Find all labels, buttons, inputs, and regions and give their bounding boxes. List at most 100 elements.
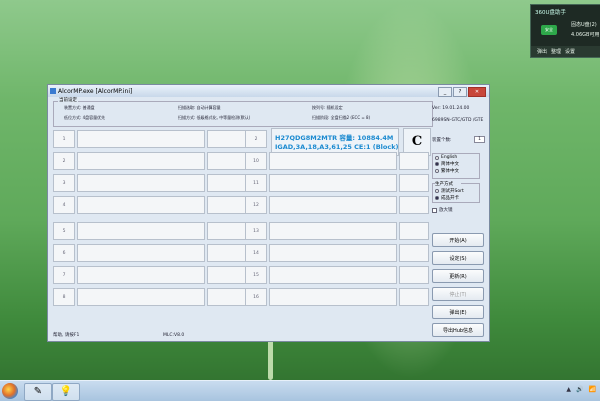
drive-name: 固态U盘(2): [571, 22, 597, 28]
radio-icon: [435, 155, 439, 160]
slot-number: 2: [53, 152, 75, 170]
popup-organize-button[interactable]: 整理: [551, 48, 561, 55]
slot-cell: [77, 288, 205, 306]
flash-id-text: IGAD,3A,18,A3,61,25 CE:1 (Block): [275, 143, 399, 151]
taskbar-app-bulb[interactable]: 💡: [52, 383, 80, 401]
slot-status: [399, 244, 429, 262]
slot-row[interactable]: 14: [245, 244, 429, 262]
slot-number: 6: [53, 244, 75, 262]
radio-icon: [435, 162, 439, 166]
popup-settings-button[interactable]: 设置: [565, 48, 575, 55]
start-button[interactable]: 开始(A): [432, 233, 484, 247]
slot-number: 16: [245, 288, 267, 306]
window-title: AlcorMP.exe [AlcorMP.ini]: [58, 87, 133, 95]
current-settings-group: 当前设定 装置方式: 普通盘 扫描选取: 自动计算容量 按列号: 随机设定 低位…: [53, 97, 433, 127]
radio-icon: [435, 196, 439, 200]
close-button[interactable]: ✕: [468, 87, 486, 97]
help-button[interactable]: ?: [453, 87, 467, 97]
minimize-button[interactable]: _: [438, 87, 452, 97]
slot-cell: [77, 152, 205, 170]
settings-legend: 当前设定: [58, 97, 78, 103]
slot-cell: [269, 266, 397, 284]
title-bar[interactable]: AlcorMP.exe [AlcorMP.ini] _ ? ✕: [48, 85, 489, 97]
radio-icon: [435, 189, 439, 193]
control-panel: Ver: 19.01.24.00 6989SN-GTC/GTD /GTE 装置个…: [432, 101, 486, 341]
usb-helper-popup: 360U盘助手 安全 固态U盘(2) 4.06GB可用 弹出 整理 设置: [530, 4, 600, 58]
taskbar-app-pen[interactable]: ✎: [24, 383, 52, 401]
lang-english[interactable]: English: [435, 155, 477, 160]
slot-status: [399, 196, 429, 214]
tray-expand-icon[interactable]: ▲: [566, 386, 571, 393]
popup-title: 360U盘助手: [535, 10, 567, 16]
lang-traditional[interactable]: 繁体中文: [435, 168, 477, 174]
slot-row[interactable]: 2: [53, 152, 265, 170]
popup-eject-button[interactable]: 弹出: [537, 48, 547, 55]
slot-cell: [269, 222, 397, 240]
setting-serial: 按列号: 随机设定: [312, 105, 343, 110]
slot-row-active[interactable]: 2: [245, 130, 267, 148]
slot-row[interactable]: 10: [245, 152, 429, 170]
slot-row[interactable]: 7: [53, 266, 265, 284]
setting-scan-select: 扫描选取: 自动计算容量: [178, 105, 221, 110]
version-label: Ver: 19.01.24.00: [432, 106, 470, 111]
slot-cell: [77, 244, 205, 262]
safe-badge: 安全: [541, 25, 557, 35]
setting-scan-mode: 扫描方式: 低级格式化, 中等量检测(默认): [178, 115, 251, 120]
slot-number: 4: [53, 196, 75, 214]
slot-status: [399, 266, 429, 284]
slot-number: 13: [245, 222, 267, 240]
app-icon: [50, 88, 56, 94]
mlc-status: MLC:V8.0: [163, 333, 185, 338]
volume-icon[interactable]: 🔊: [576, 386, 583, 393]
slot-number: 2: [245, 130, 267, 148]
mode-production[interactable]: 成品开卡: [435, 195, 477, 201]
slot-cell: [77, 130, 205, 148]
alcormp-window: AlcorMP.exe [AlcorMP.ini] _ ? ✕ 当前设定 装置方…: [47, 84, 490, 342]
start-button-icon[interactable]: [2, 383, 18, 399]
slot-row[interactable]: 8: [53, 288, 265, 306]
device-count-field[interactable]: 1: [474, 136, 485, 143]
slot-row[interactable]: 3: [53, 174, 265, 192]
slot-number: 11: [245, 174, 267, 192]
slot-number: 1: [53, 130, 75, 148]
mode-test-sort[interactable]: 测试开Sort: [435, 188, 477, 194]
slot-status: [399, 288, 429, 306]
firmware-label: 6989SN-GTC/GTD /GTE: [432, 118, 484, 123]
flash-capacity-text: H27QDG8M2MTR 容量: 10884.4M: [275, 134, 394, 142]
export-hub-button[interactable]: 导出Hub信息: [432, 323, 484, 337]
slot-number: 7: [53, 266, 75, 284]
slot-cell: [77, 266, 205, 284]
slot-number: 15: [245, 266, 267, 284]
taskbar: ✎ 💡 ▲ 🔊 📶: [0, 380, 600, 401]
stop-button[interactable]: 停止(T): [432, 287, 484, 301]
slot-cell: [77, 174, 205, 192]
setting-scan-stage: 扫描阶段: 全盘扫描2 (ECC = 8): [312, 115, 371, 120]
system-tray: ▲ 🔊 📶: [566, 386, 596, 393]
slot-cell: [269, 152, 397, 170]
magnifier-checkbox[interactable]: 放大镜: [432, 207, 453, 213]
device-count-label: 装置个数:: [432, 138, 452, 143]
slot-cell: [269, 244, 397, 262]
network-icon[interactable]: 📶: [589, 386, 596, 393]
slot-cell: [269, 174, 397, 192]
checkbox-icon: [432, 207, 437, 213]
slot-row[interactable]: 15: [245, 266, 429, 284]
eject-button[interactable]: 弹出(E): [432, 305, 484, 319]
setting-button[interactable]: 设定(S): [432, 251, 484, 265]
slot-number: 8: [53, 288, 75, 306]
language-group: English 简体中文 繁体中文: [432, 153, 480, 179]
production-mode-group: 生产方式 测试开Sort 成品开卡: [432, 181, 480, 203]
slot-row[interactable]: 13: [245, 222, 429, 240]
lang-simplified[interactable]: 简体中文: [435, 161, 477, 167]
refresh-button[interactable]: 更新(R): [432, 269, 484, 283]
slot-row[interactable]: 6: [53, 244, 265, 262]
slot-cell: [269, 288, 397, 306]
slot-row[interactable]: 5: [53, 222, 265, 240]
slot-row[interactable]: 16: [245, 288, 429, 306]
slot-row[interactable]: 11: [245, 174, 429, 192]
slot-row[interactable]: 1: [53, 130, 265, 148]
slot-row[interactable]: 12: [245, 196, 429, 214]
production-legend: 生产方式: [435, 181, 461, 187]
slot-row[interactable]: 4: [53, 196, 265, 214]
radio-icon: [435, 169, 439, 173]
